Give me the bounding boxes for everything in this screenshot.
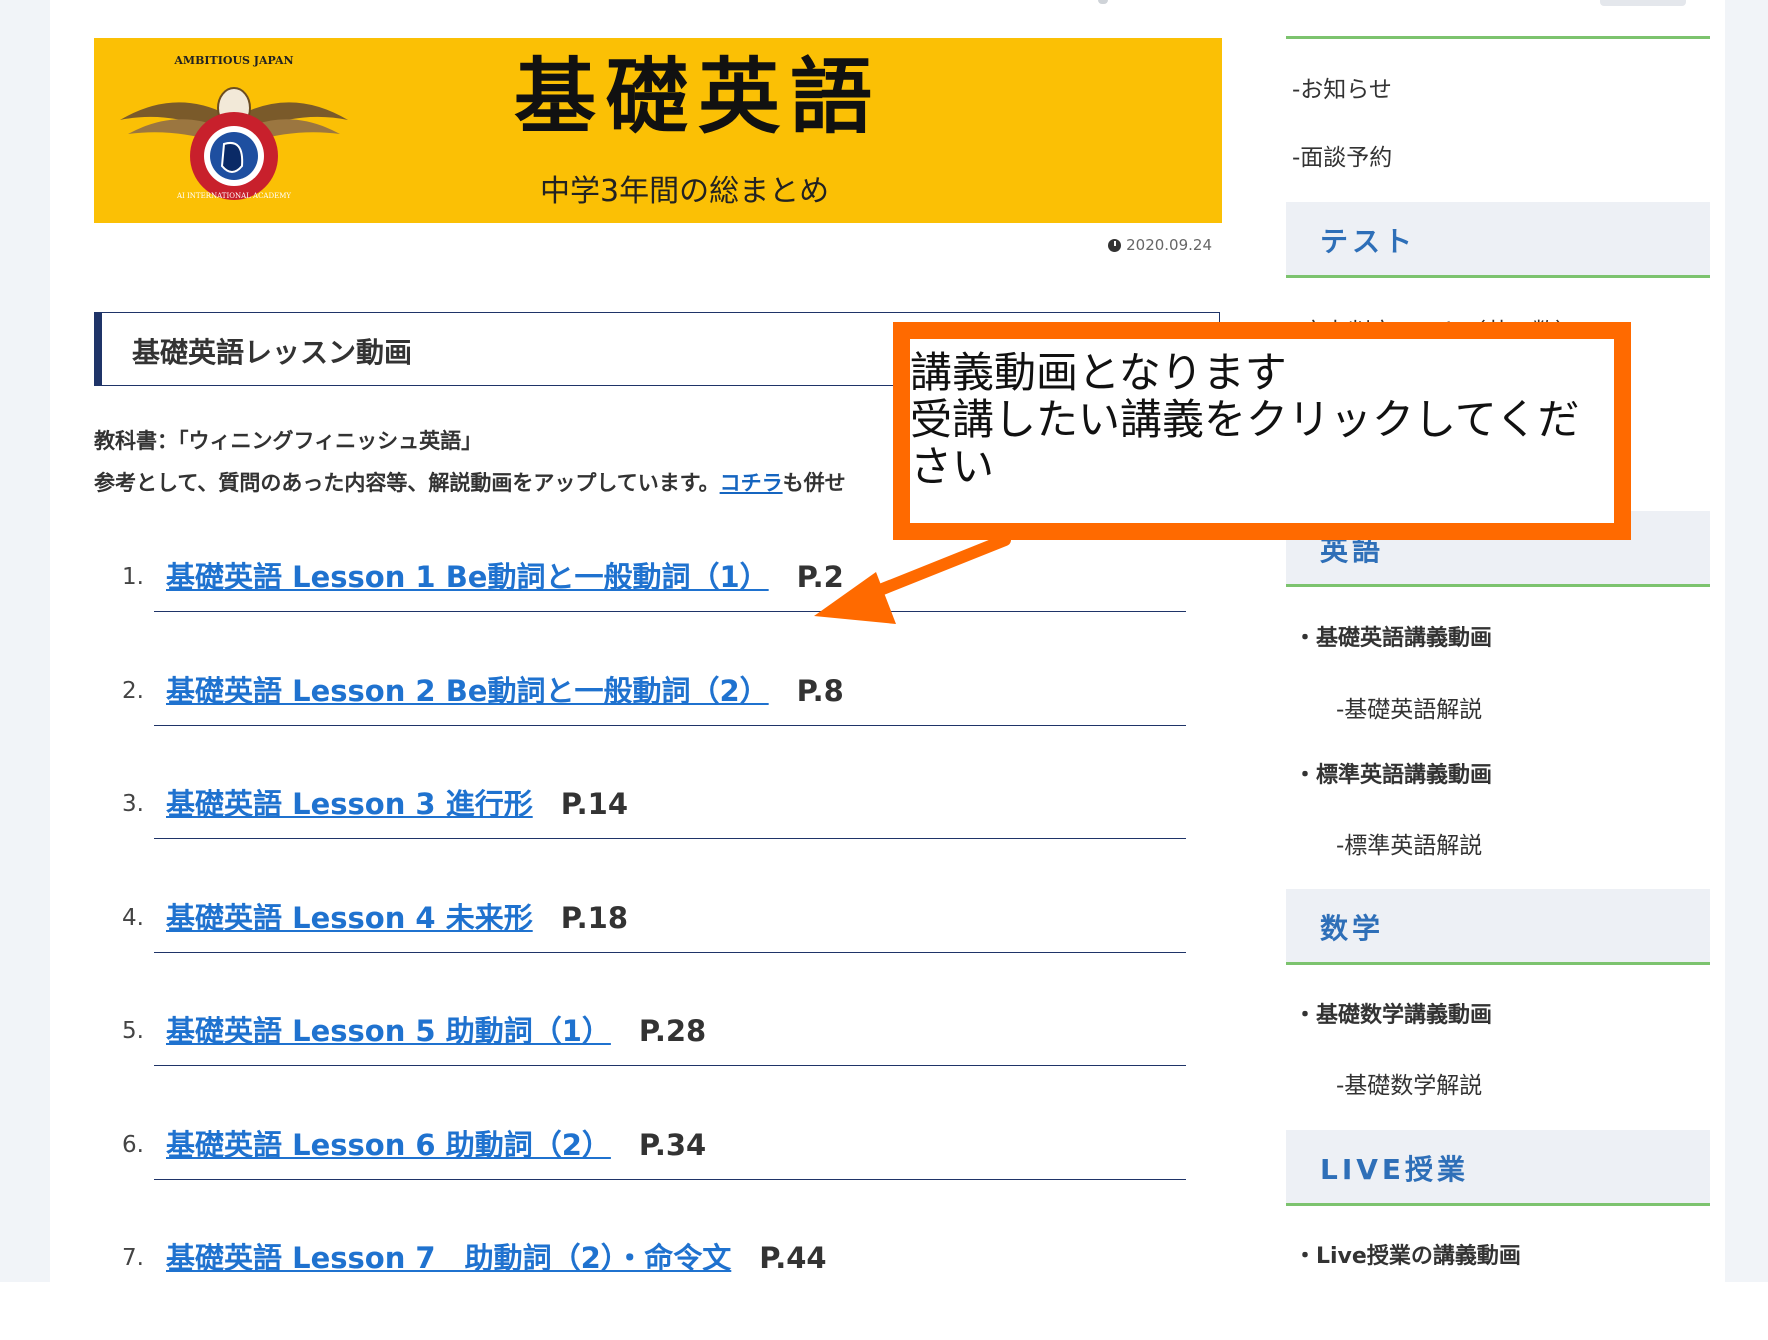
lesson-number: 5.	[122, 1018, 144, 1044]
lesson-page: P.14	[560, 787, 629, 821]
lesson-divider	[154, 951, 1186, 953]
instruction-callout-body: 講義動画となります 受講したい講義をクリックしてください	[910, 339, 1614, 523]
sidebar-item-basic-english-lectures[interactable]: ・基礎英語講義動画	[1294, 620, 1492, 652]
banner-subtitle: 中学3年間の総まとめ	[540, 174, 830, 209]
section-heading-text: 基礎英語レッスン動画	[132, 336, 413, 369]
instruction-callout: 講義動画となります 受講したい講義をクリックしてください	[893, 322, 1631, 540]
textbook-line: 教科書：「ウィニングフィニッシュ英語」	[94, 429, 483, 453]
sidebar-item-basic-english-explanation[interactable]: -基礎英語解説	[1336, 690, 1482, 724]
banner-title: 基礎英語	[514, 49, 883, 145]
sidebar-heading-live: LIVE授業	[1286, 1130, 1710, 1206]
course-banner: AMBITIOUS JAPAN AI INTERNATIONAL ACADEMY…	[94, 38, 1222, 223]
lesson-item: 2. 基礎英語 Lesson 2 Be動詞と一般動詞（2） P.8	[122, 654, 1186, 768]
sidebar-item-basic-math-lectures[interactable]: ・基礎数学講義動画	[1294, 997, 1492, 1029]
lesson-item: 7. 基礎英語 Lesson 7 助動詞（2）・命令文 P.44	[122, 1221, 1186, 1282]
pointer-arrow-icon	[814, 534, 1011, 624]
page-gutter-right	[1725, 0, 1768, 1282]
lesson-number: 3.	[122, 791, 144, 817]
lesson-item: 1. 基礎英語 Lesson 1 Be動詞と一般動詞（1） P.2	[122, 540, 1186, 654]
sidebar: -お知らせ -面談予約 テスト 実力判定テスト（英・数） 英語 ・基礎英語講義動…	[1286, 0, 1710, 1282]
lesson-link[interactable]: 基礎英語 Lesson 3 進行形	[166, 787, 543, 821]
page-gutter-left	[0, 0, 50, 1282]
lesson-divider	[154, 724, 1186, 726]
lesson-page: P.28	[638, 1014, 707, 1048]
lesson-link[interactable]: 基礎英語 Lesson 7 助動詞（2）・命令文	[166, 1241, 741, 1275]
post-date-text: 2020.09.24	[1126, 236, 1212, 254]
note-link[interactable]: コチラ	[720, 471, 783, 495]
lesson-number: 7.	[122, 1245, 144, 1271]
intro-text: 教科書：「ウィニングフィニッシュ英語」 参考として、質問のあった内容等、解説動画…	[94, 420, 846, 504]
sidebar-item-standard-english-explanation[interactable]: -標準英語解説	[1336, 826, 1482, 860]
lesson-page: P.34	[638, 1127, 707, 1162]
sidebar-item-basic-math-explanation[interactable]: -基礎数学解説	[1336, 1066, 1482, 1100]
lesson-divider	[154, 1065, 1186, 1066]
lesson-link[interactable]: 基礎英語 Lesson 2 Be動詞と一般動詞（2）	[166, 674, 779, 708]
main-content: AMBITIOUS JAPAN AI INTERNATIONAL ACADEMY…	[94, 0, 1224, 1282]
sidebar-item-standard-english-lectures[interactable]: ・標準英語講義動画	[1294, 757, 1492, 789]
note-line: 参考として、質問のあった内容等、解説動画をアップしています。コチラも併せ	[94, 471, 846, 495]
lesson-divider	[154, 1178, 1186, 1180]
instruction-callout-text: 講義動画となります 受講したい講義をクリックしてください	[910, 348, 1580, 491]
sidebar-item-live-lectures[interactable]: ・Live授業の講義動画	[1294, 1238, 1521, 1270]
lesson-link[interactable]: 基礎英語 Lesson 1 Be動詞と一般動詞（1）	[166, 560, 779, 594]
sidebar-item-news[interactable]: -お知らせ	[1292, 70, 1392, 104]
lesson-item: 6. 基礎英語 Lesson 6 助動詞（2） P.34	[122, 1108, 1186, 1222]
lesson-divider	[154, 838, 1186, 839]
lesson-divider	[154, 611, 1186, 612]
sidebar-top-line	[1286, 36, 1710, 39]
post-date: 2020.09.24	[1108, 236, 1212, 254]
lesson-number: 4.	[122, 904, 144, 931]
lesson-list: 1. 基礎英語 Lesson 1 Be動詞と一般動詞（1） P.2 2. 基礎英語…	[122, 540, 1186, 1282]
lesson-item: 5. 基礎英語 Lesson 5 助動詞（1） P.28	[122, 994, 1186, 1108]
lesson-link[interactable]: 基礎英語 Lesson 6 助動詞（2）	[166, 1128, 621, 1162]
clock-icon	[1108, 238, 1122, 252]
lesson-page: P.44	[759, 1241, 827, 1275]
sidebar-heading-math: 数学	[1286, 889, 1710, 965]
sidebar-heading-test: テスト	[1286, 202, 1710, 278]
lesson-item: 4. 基礎英語 Lesson 4 未来形 P.18	[122, 881, 1186, 995]
lesson-number: 1.	[122, 564, 144, 590]
lesson-link[interactable]: 基礎英語 Lesson 5 助動詞（1）	[166, 1014, 621, 1048]
lesson-page: P.8	[796, 673, 844, 708]
lesson-number: 6.	[122, 1131, 144, 1158]
lesson-page: P.18	[560, 900, 629, 935]
svg-text:AI INTERNATIONAL ACADEMY: AI INTERNATIONAL ACADEMY	[176, 192, 291, 200]
svg-text:AMBITIOUS JAPAN: AMBITIOUS JAPAN	[173, 54, 293, 67]
lesson-link[interactable]: 基礎英語 Lesson 4 未来形	[166, 901, 543, 935]
sidebar-item-interview[interactable]: -面談予約	[1292, 138, 1392, 172]
lesson-item: 3. 基礎英語 Lesson 3 進行形 P.14	[122, 767, 1186, 881]
lesson-number: 2.	[122, 677, 144, 704]
eagle-emblem-icon: AMBITIOUS JAPAN AI INTERNATIONAL ACADEMY	[120, 54, 348, 200]
